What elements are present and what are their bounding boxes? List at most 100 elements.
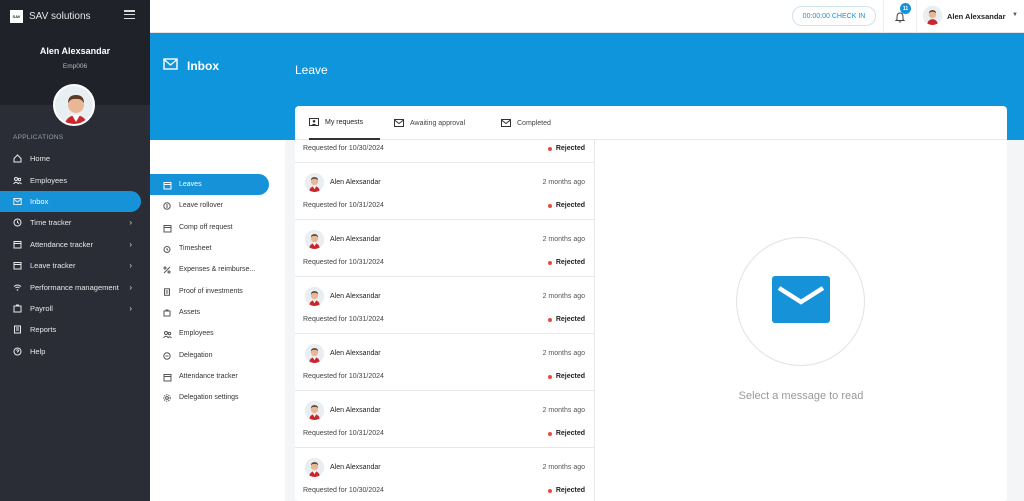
submenu-item-expenses-reimburse[interactable]: Expenses & reimburse...	[150, 259, 269, 280]
request-date: Requested for 10/31/2024	[303, 316, 384, 323]
request-row[interactable]: Alen Alexsandar 2 months ago Requested for…	[295, 334, 594, 391]
request-time: 2 months ago	[542, 293, 585, 300]
status-dot	[547, 317, 552, 322]
submenu-item-employees[interactable]: Employees	[150, 323, 269, 344]
tab-label: Completed	[517, 119, 551, 127]
inbox-submenu: Leaves Leave rollover Comp off request Time…	[150, 140, 285, 501]
sidebar-item-label: Help	[30, 346, 46, 356]
top-bar: 00:00:00 CHECK IN 11 Alen Alexsandar ▼	[150, 0, 1024, 33]
chevron-right-icon: ›	[129, 261, 132, 271]
request-row[interactable]: Alen Alexsandar 2 months ago Requested for…	[295, 391, 594, 448]
brand-name: SAV solutions	[29, 10, 91, 22]
sidebar-item-attendance-tracker[interactable]: Attendance tracker ›	[0, 234, 150, 255]
inbox-card: My requests Awaiting approval Completed …	[295, 106, 1007, 501]
chevron-right-icon: ›	[129, 282, 132, 292]
submenu-item-leaves[interactable]: Leaves	[150, 174, 269, 195]
requester-name: Alen Alexsandar	[330, 350, 381, 357]
sidebar: SAV SAV solutions Alen Alexsandar Emp006…	[0, 0, 150, 501]
requester-avatar	[305, 287, 324, 306]
requester-avatar	[305, 458, 324, 477]
request-row[interactable]: Alen Alexsandar 2 months ago Requested for…	[295, 220, 594, 277]
submenu-item-delegation[interactable]: Delegation	[150, 345, 269, 366]
sidebar-item-reports[interactable]: Reports	[0, 319, 150, 340]
requester-name: Alen Alexsandar	[330, 464, 381, 471]
user-avatar[interactable]	[923, 6, 942, 25]
brand-logo: SAV	[10, 9, 23, 23]
document-icon	[163, 287, 171, 296]
status-badge: Rejected	[547, 487, 585, 494]
request-date: Requested for 10/30/2024	[303, 487, 384, 494]
submenu-item-label: Leave rollover	[179, 202, 223, 209]
calendar-icon	[163, 181, 172, 189]
user-menu-name[interactable]: Alen Alexsandar	[947, 12, 1006, 21]
status-dot	[547, 431, 552, 436]
sidebar-item-payroll[interactable]: Payroll ›	[0, 298, 150, 319]
divider	[883, 0, 884, 33]
delegation-icon	[163, 351, 171, 360]
submenu-item-label: Proof of investments	[179, 288, 243, 295]
tab-my-requests[interactable]: My requests	[309, 106, 380, 140]
mail-icon	[13, 197, 22, 206]
submenu-item-leave-rollover[interactable]: Leave rollover	[150, 195, 269, 216]
calendar-icon	[13, 261, 22, 270]
sidebar-item-employees[interactable]: Employees	[0, 169, 150, 190]
request-list: Requested for 10/30/2024 Rejected Alen Ale…	[295, 140, 595, 501]
status-dot	[547, 203, 552, 208]
submenu-item-assets[interactable]: Assets	[150, 302, 269, 323]
submenu-item-proof-of-investments[interactable]: Proof of investments	[150, 281, 269, 302]
sidebar-item-home[interactable]: Home	[0, 148, 150, 169]
mail-icon	[394, 119, 404, 127]
sidebar-item-help[interactable]: Help	[0, 341, 150, 362]
mail-check-icon	[501, 119, 511, 127]
wifi-icon	[13, 283, 22, 292]
chevron-down-icon[interactable]: ▼	[1012, 12, 1018, 18]
status-badge: Rejected	[547, 145, 585, 152]
notification-badge: 11	[900, 3, 911, 14]
request-date: Requested for 10/31/2024	[303, 202, 384, 209]
sidebar-item-performance-management[interactable]: Performance management ›	[0, 276, 150, 297]
sidebar-item-label: Payroll	[30, 303, 53, 313]
submenu-item-label: Timesheet	[179, 245, 212, 252]
requester-name: Alen Alexsandar	[330, 407, 381, 414]
request-row[interactable]: Alen Alexsandar 2 months ago Requested for…	[295, 163, 594, 220]
tab-awaiting-approval[interactable]: Awaiting approval	[394, 106, 465, 140]
request-time: 2 months ago	[542, 464, 585, 471]
submenu-item-attendance-tracker[interactable]: Attendance tracker	[150, 366, 269, 387]
status-text: Rejected	[555, 430, 585, 437]
brand[interactable]: SAV SAV solutions	[10, 9, 91, 23]
status-badge: Rejected	[547, 373, 585, 380]
request-time: 2 months ago	[542, 236, 585, 243]
requester-avatar	[305, 173, 324, 192]
sidebar-item-time-tracker[interactable]: Time tracker ›	[0, 212, 150, 233]
status-text: Rejected	[555, 373, 585, 380]
status-text: Rejected	[555, 259, 585, 266]
sidebar-item-inbox[interactable]: Inbox	[0, 190, 141, 213]
check-in-button[interactable]: 00:00:00 CHECK IN	[792, 6, 876, 26]
request-row[interactable]: Requested for 10/30/2024 Rejected	[295, 140, 594, 163]
requester-avatar	[305, 344, 324, 363]
calendar-icon	[163, 224, 172, 232]
sidebar-item-leave-tracker[interactable]: Leave tracker ›	[0, 255, 150, 276]
status-dot	[547, 146, 552, 151]
report-icon	[13, 325, 22, 334]
request-time: 2 months ago	[542, 350, 585, 357]
submenu-item-comp-off-request[interactable]: Comp off request	[150, 217, 269, 238]
submenu-item-label: Assets	[179, 309, 201, 316]
users-icon	[163, 330, 172, 338]
request-row[interactable]: Alen Alexsandar 2 months ago Requested for…	[295, 448, 594, 501]
sidebar-item-label: Leave tracker	[30, 261, 76, 271]
submenu-item-timesheet[interactable]: Timesheet	[150, 238, 269, 259]
home-icon	[13, 154, 22, 163]
menu-toggle-icon[interactable]	[124, 10, 135, 19]
sidebar-item-label: Employees	[30, 175, 68, 185]
section-title-text: Inbox	[187, 58, 219, 73]
status-dot	[547, 488, 552, 493]
submenu-item-delegation-settings[interactable]: Delegation settings	[150, 387, 269, 408]
page-title: Leave	[295, 63, 328, 77]
profile-avatar[interactable]	[53, 84, 95, 126]
status-badge: Rejected	[547, 259, 585, 266]
tab-completed[interactable]: Completed	[501, 106, 551, 140]
submenu-item-label: Delegation settings	[179, 394, 239, 401]
request-row[interactable]: Alen Alexsandar 2 months ago Requested for…	[295, 277, 594, 334]
status-text: Rejected	[555, 487, 585, 494]
